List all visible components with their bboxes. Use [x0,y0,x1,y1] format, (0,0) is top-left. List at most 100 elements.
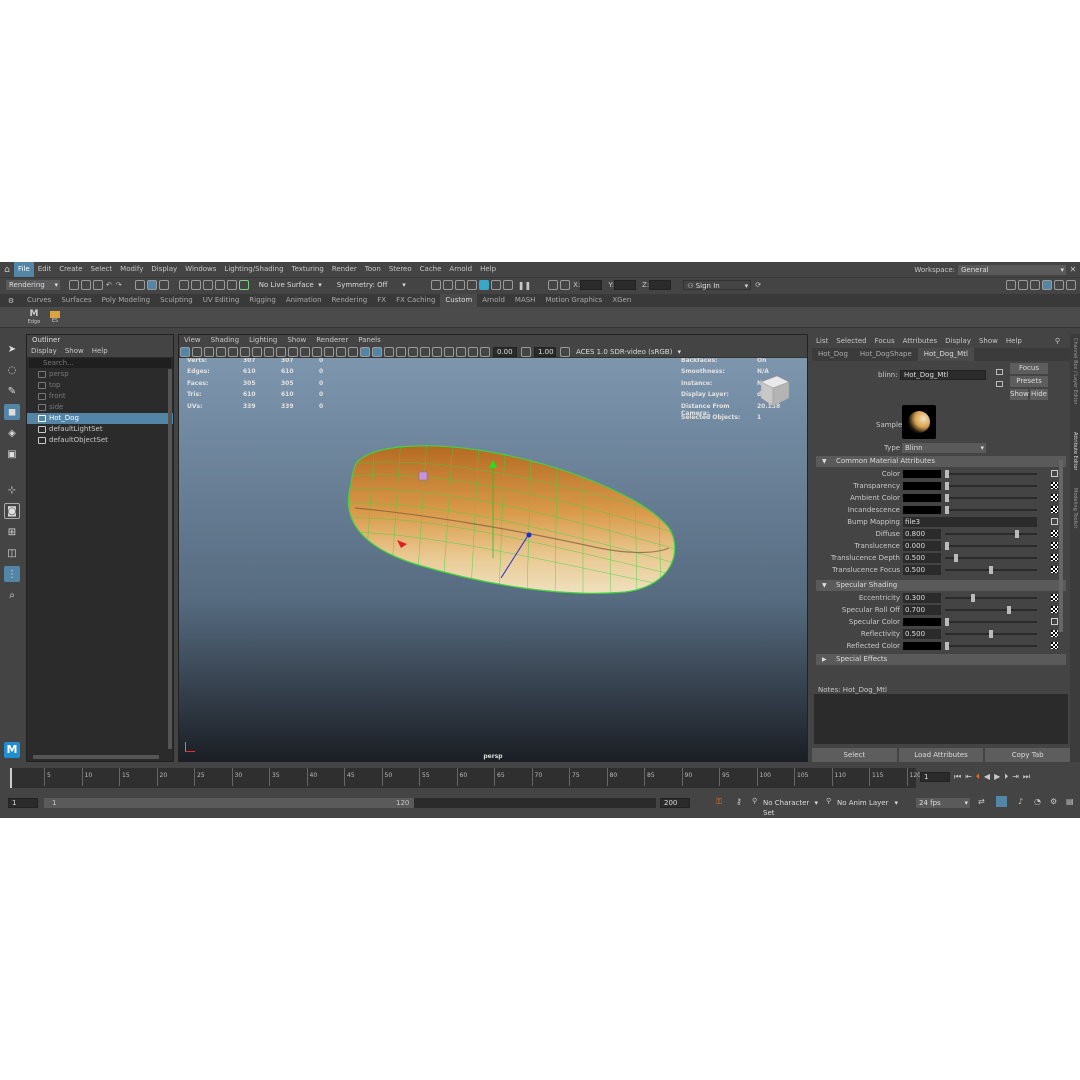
outliner-menu-help[interactable]: Help [88,346,112,357]
attr-slider[interactable] [945,470,1037,478]
workspace-icon-6[interactable] [1066,280,1076,290]
transform-relative-icon[interactable] [560,280,571,290]
key-icon[interactable]: ⚷ [736,797,742,806]
four-view-icon[interactable]: ⊞ [4,524,20,540]
resolution-gate-icon[interactable] [252,346,262,357]
slider-knob[interactable] [945,618,949,626]
rotate-tool-icon[interactable]: ◈ [4,425,20,441]
render-history-icon[interactable] [430,280,441,290]
undo-icon[interactable]: ↶ [106,281,112,289]
color-space-dropdown[interactable]: ACES 1.0 SDR-video (sRGB) [573,346,683,357]
select-tool-icon[interactable]: ➤ [4,341,20,357]
go-to-end-icon[interactable]: ⏭ [1023,772,1030,782]
gamma-field[interactable]: 1.00 [534,346,556,357]
ipr-render-icon[interactable] [454,280,465,290]
input-connection-icon[interactable] [996,369,1003,375]
type-dropdown[interactable]: Blinn [902,443,986,453]
cache-playback-icon[interactable] [996,796,1007,807]
ae-menu-display[interactable]: Display [941,337,975,345]
snap-grid-icon[interactable] [178,280,189,290]
menu-windows[interactable]: Windows [181,262,220,277]
loop-icon[interactable]: ⇄ [978,797,985,806]
symmetry-dropdown[interactable]: Symmetry: Off [333,280,408,290]
menu-cache[interactable]: Cache [416,262,446,277]
attr-value-field[interactable]: 0.500 [903,565,941,575]
shelf-tab-arnold[interactable]: Arnold [477,294,510,307]
sign-in-dropdown[interactable]: ⚇ Sign In [683,280,752,291]
render-settings-icon[interactable] [466,280,477,290]
slider-knob[interactable] [1015,530,1020,538]
wireframe-on-shaded-icon[interactable] [348,346,358,357]
attr-value-field[interactable]: 0.000 [903,541,941,551]
shelf-tab-fx[interactable]: FX [372,294,391,307]
attr-slider[interactable] [945,594,1037,602]
select-hierarchy-icon[interactable] [134,280,145,290]
z-field[interactable] [649,280,672,290]
map-button[interactable] [1051,554,1058,561]
map-button[interactable] [1051,566,1058,573]
gate-mask-icon[interactable] [264,346,274,357]
attr-value-field[interactable]: 0.700 [903,605,941,615]
start-frame-field[interactable]: 1 [8,798,38,808]
ae-scrollbar[interactable] [1059,460,1063,632]
menu-create[interactable]: Create [55,262,86,277]
select-camera-icon[interactable] [180,346,190,357]
viewport-scene[interactable]: Verts: 307 307 0 Edges: 610 610 0 Faces: 305 305 0 T… [179,358,807,762]
new-scene-icon[interactable] [69,280,79,290]
viewport-menu-lighting[interactable]: Lighting [244,335,282,346]
ae-tab-hot-dog-mtl[interactable]: Hot_Dog_Mtl [917,348,974,361]
time-ruler[interactable]: 5 10 15 20 25 30 35 40 45 50 55 60 65 70 75 80 85 90 95 100… [10,768,921,788]
workspace-icon-4[interactable] [1042,280,1052,290]
range-handle[interactable] [44,798,414,808]
ae-menu-help[interactable]: Help [1002,337,1026,345]
notes-field[interactable] [814,694,1068,744]
attr-slider[interactable] [945,494,1037,502]
render-view-icon[interactable] [490,280,501,290]
snap-view-icon[interactable] [214,280,225,290]
ae-tab-hot-dogshape[interactable]: Hot_DogShape [854,348,918,361]
go-to-start-icon[interactable]: ⏮ [954,772,961,782]
hide-button[interactable]: Hide [1030,389,1048,400]
shelf-tab-rigging[interactable]: Rigging [244,294,281,307]
paint-select-icon[interactable]: ✎ [4,383,20,399]
map-button[interactable] [1051,518,1058,525]
menu-toon[interactable]: Toon [361,262,385,277]
speed-icon[interactable]: ◔ [1034,797,1041,806]
slider-knob[interactable] [953,554,958,562]
refresh-icon[interactable]: ⟳ [755,281,761,289]
isolate-icon[interactable] [432,346,442,357]
workspace-icon-2[interactable] [1018,280,1028,290]
step-back-key-icon[interactable]: ⇤ [965,772,972,782]
outliner-item-defaultlightset[interactable]: defaultLightSet [27,424,173,435]
select-object-icon[interactable] [146,280,157,290]
outliner-search-input[interactable]: Search... [29,358,171,368]
viewport-menu-shading[interactable]: Shading [206,335,244,346]
pin-icon[interactable]: ⚲ [1051,337,1064,345]
output-connection-icon[interactable] [996,381,1003,387]
move-tool-icon[interactable]: ◼ [4,404,20,420]
map-button[interactable] [1051,470,1058,477]
outliner-item-side[interactable]: side [27,402,173,413]
shelf-tab-animation[interactable]: Animation [281,294,327,307]
outliner-scrollbar[interactable] [168,369,172,749]
workspace-icon-3[interactable] [1030,280,1040,290]
viewport-menu-panels[interactable]: Panels [353,335,386,346]
sample-swatch[interactable] [902,405,936,439]
shelf-edge-button[interactable]: M Edge [26,309,42,325]
map-button[interactable] [1051,630,1058,637]
slider-knob[interactable] [945,642,949,650]
map-button[interactable] [1051,506,1058,513]
shelf-tab-fx-caching[interactable]: FX Caching [391,294,440,307]
safe-title-icon[interactable] [300,346,310,357]
map-button[interactable] [1051,530,1058,537]
fps-dropdown[interactable]: 24 fps [916,798,970,808]
common-material-section[interactable]: Common Material Attributes [816,456,1066,467]
ae-menu-focus[interactable]: Focus [871,337,899,345]
outliner-hscrollbar[interactable] [33,755,159,759]
focus-button[interactable]: Focus [1010,363,1048,374]
current-time-marker[interactable] [10,768,12,788]
shelf-tab-uv-editing[interactable]: UV Editing [198,294,245,307]
end-frame-field[interactable]: 200 [660,798,690,808]
aa-icon[interactable] [420,346,430,357]
field-chart-icon[interactable] [276,346,286,357]
